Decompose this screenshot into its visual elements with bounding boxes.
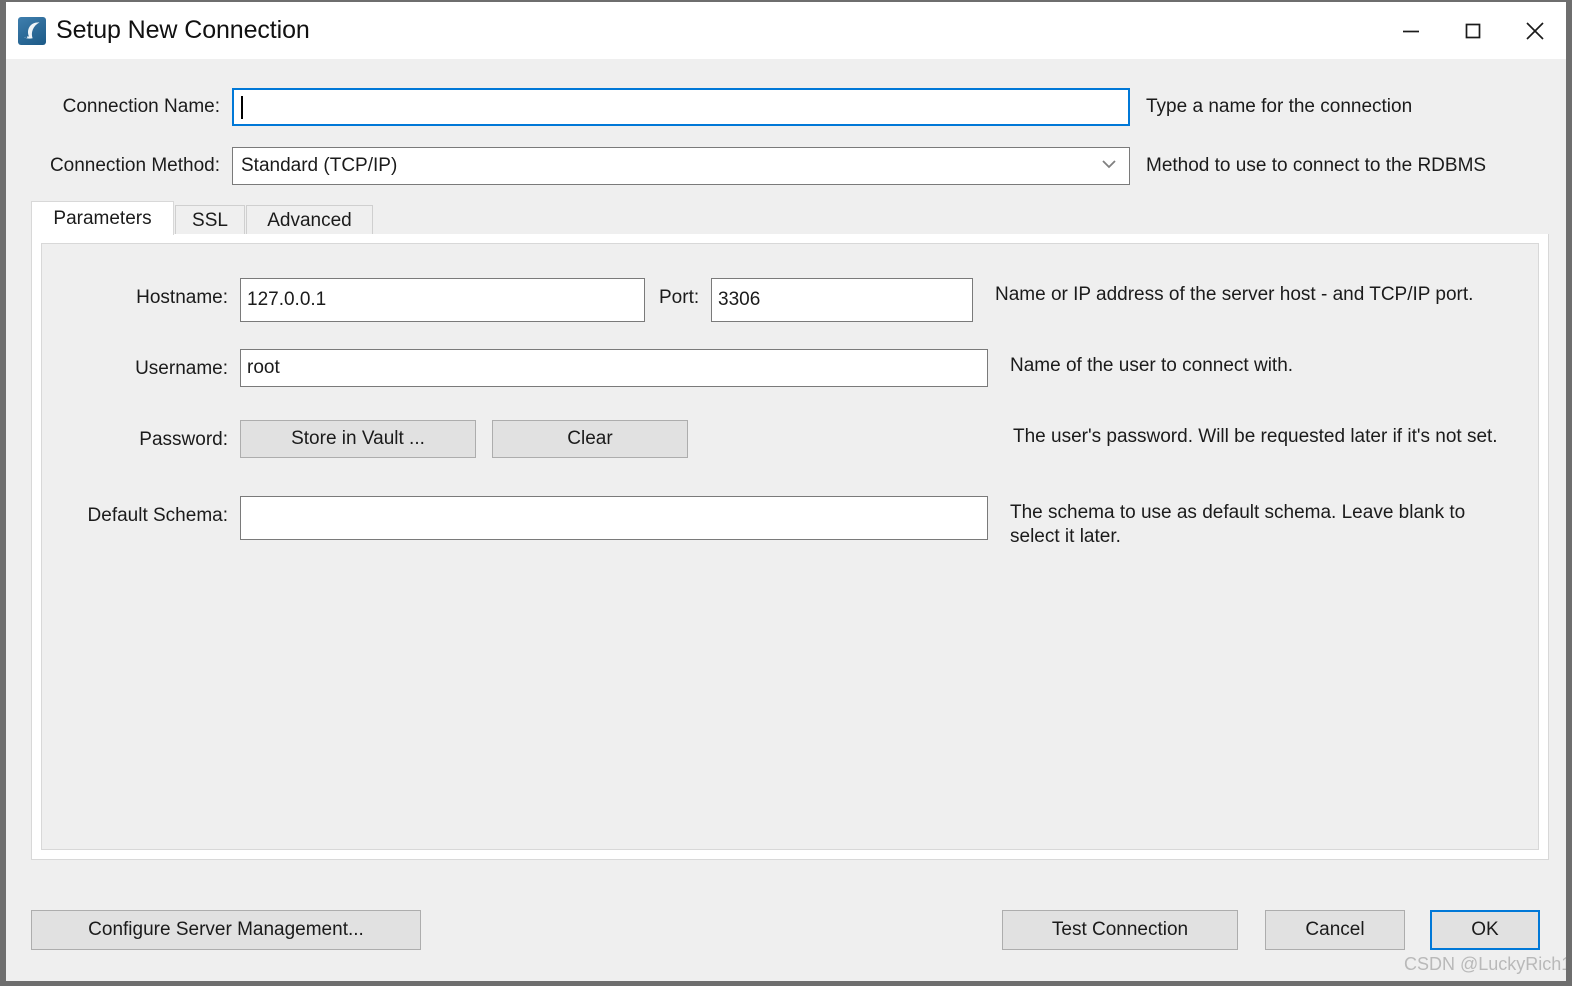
ok-button[interactable]: OK: [1430, 910, 1540, 950]
password-row: Password: Store in Vault ... Clear The u…: [42, 420, 1538, 458]
parameters-panel: Hostname: 127.0.0.1 Port: 3306 Name or I…: [41, 243, 1539, 850]
connection-method-row: Connection Method: Standard (TCP/IP) Met…: [6, 146, 1566, 186]
connection-name-label: Connection Name:: [62, 96, 220, 117]
password-label: Password:: [139, 429, 228, 450]
default-schema-row: Default Schema: The schema to use as def…: [42, 496, 1538, 549]
hostname-label: Hostname:: [136, 287, 228, 308]
close-icon[interactable]: [1504, 2, 1566, 59]
connection-name-row: Connection Name: Type a name for the con…: [6, 87, 1566, 127]
default-schema-label: Default Schema:: [87, 505, 228, 526]
hostname-value: 127.0.0.1: [247, 289, 327, 310]
connection-method-value: Standard (TCP/IP): [241, 155, 398, 176]
tab-parameters[interactable]: Parameters: [31, 201, 174, 235]
clear-password-label: Clear: [567, 428, 613, 449]
chevron-down-icon: [1099, 155, 1119, 177]
default-schema-input[interactable]: [240, 496, 988, 540]
connection-name-input[interactable]: [232, 88, 1130, 126]
window-title: Setup New Connection: [56, 16, 310, 44]
configure-server-management-label: Configure Server Management...: [88, 919, 364, 940]
test-connection-button[interactable]: Test Connection: [1002, 910, 1238, 950]
username-label: Username:: [135, 358, 228, 379]
port-label: Port:: [659, 287, 700, 308]
setup-new-connection-dialog: Setup New Connection Connection Name: Ty…: [0, 0, 1572, 986]
port-value: 3306: [718, 289, 761, 310]
tab-panel-frame: Hostname: 127.0.0.1 Port: 3306 Name or I…: [31, 234, 1549, 860]
test-connection-label: Test Connection: [1051, 919, 1189, 940]
password-help: The user's password. Will be requested l…: [1013, 426, 1498, 447]
dialog-footer: Configure Server Management... Test Conn…: [6, 910, 1566, 960]
hostname-input[interactable]: 127.0.0.1: [240, 278, 645, 322]
username-input[interactable]: root: [240, 349, 988, 387]
clear-password-button[interactable]: Clear: [492, 420, 688, 458]
tab-ssl[interactable]: SSL: [175, 205, 245, 235]
cancel-label: Cancel: [1305, 919, 1365, 940]
store-in-vault-label: Store in Vault ...: [291, 428, 425, 449]
connection-header-form: Connection Name: Type a name for the con…: [6, 59, 1566, 192]
default-schema-help: The schema to use as default schema. Lea…: [1010, 502, 1466, 547]
username-value: root: [247, 357, 280, 378]
store-in-vault-button[interactable]: Store in Vault ...: [240, 420, 476, 458]
connection-method-select[interactable]: Standard (TCP/IP): [232, 147, 1130, 185]
tab-ssl-label: SSL: [192, 209, 228, 231]
tab-parameters-label: Parameters: [53, 207, 152, 229]
tab-advanced[interactable]: Advanced: [246, 205, 373, 235]
hostname-row: Hostname: 127.0.0.1 Port: 3306 Name or I…: [42, 278, 1538, 322]
mysql-dolphin-icon: [18, 16, 46, 45]
port-input[interactable]: 3306: [711, 278, 973, 322]
connection-name-help: Type a name for the connection: [1146, 96, 1413, 117]
text-caret: [241, 95, 243, 119]
configure-server-management-button[interactable]: Configure Server Management...: [31, 910, 421, 950]
connection-method-help: Method to use to connect to the RDBMS: [1146, 155, 1487, 176]
username-help: Name of the user to connect with.: [1010, 355, 1294, 376]
hostname-help: Name or IP address of the server host - …: [995, 284, 1474, 305]
tab-strip: Parameters SSL Advanced: [31, 201, 1549, 235]
username-row: Username: root Name of the user to conne…: [42, 349, 1538, 387]
tab-advanced-label: Advanced: [267, 209, 352, 231]
connection-method-label: Connection Method:: [49, 155, 220, 176]
ok-label: OK: [1471, 919, 1499, 940]
cancel-button[interactable]: Cancel: [1265, 910, 1405, 950]
title-bar: Setup New Connection: [6, 2, 1566, 59]
watermark: CSDN @LuckyRich1: [1404, 954, 1572, 974]
connection-tabs: Parameters SSL Advanced Hostname: 127.0.…: [31, 201, 1549, 861]
maximize-icon[interactable]: [1442, 2, 1504, 59]
minimize-icon[interactable]: [1380, 2, 1442, 59]
